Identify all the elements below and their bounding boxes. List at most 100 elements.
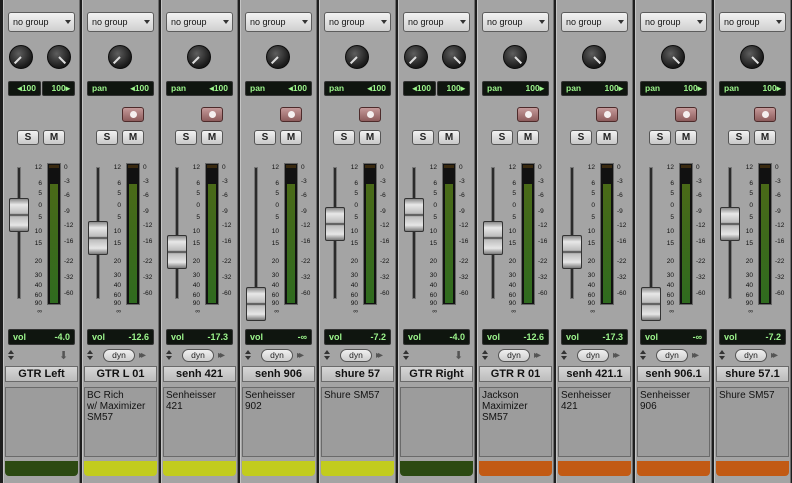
track-comments[interactable]: Senheisser 421 — [558, 387, 631, 457]
mute-button[interactable]: M — [122, 130, 144, 145]
automation-arrows[interactable] — [8, 350, 16, 362]
mute-button[interactable]: M — [359, 130, 381, 145]
track-comments[interactable]: Senheisser 902 — [242, 387, 315, 457]
pan-display[interactable]: pan 100▸ — [719, 81, 786, 96]
volume-fader[interactable] — [167, 234, 187, 269]
solo-button[interactable]: S — [649, 130, 671, 145]
pan-display-right[interactable]: 100▸ — [437, 81, 470, 96]
pan-knob[interactable] — [661, 45, 685, 69]
output-arrow-icon[interactable]: ⬇ — [454, 350, 463, 362]
dyn-button[interactable]: dyn — [182, 349, 214, 362]
pan-knob-right[interactable] — [47, 45, 71, 69]
solo-button[interactable]: S — [96, 130, 118, 145]
track-comments[interactable]: Senheisser 421 — [163, 387, 236, 457]
fast-forward-icon[interactable]: ▸▸ — [218, 350, 225, 362]
track-name[interactable]: senh 906 — [242, 366, 315, 382]
group-selector[interactable]: no group — [403, 12, 470, 32]
pan-display[interactable]: pan ◂100 — [87, 81, 154, 96]
solo-button[interactable]: S — [175, 130, 197, 145]
pan-knob[interactable] — [582, 45, 606, 69]
track-name[interactable]: GTR Right — [400, 366, 473, 382]
track-comments[interactable] — [400, 387, 473, 457]
automation-arrows[interactable] — [561, 350, 569, 362]
record-arm-button[interactable] — [675, 107, 697, 122]
volume-fader[interactable] — [483, 221, 503, 256]
automation-arrows[interactable] — [719, 350, 727, 362]
output-arrow-icon[interactable]: ⬇ — [59, 350, 68, 362]
automation-arrows[interactable] — [482, 350, 490, 362]
solo-button[interactable]: S — [412, 130, 434, 145]
solo-button[interactable]: S — [254, 130, 276, 145]
volume-display[interactable]: vol -7.2 — [324, 329, 391, 345]
fast-forward-icon[interactable]: ▸▸ — [692, 350, 699, 362]
automation-arrows[interactable] — [166, 350, 174, 362]
record-arm-button[interactable] — [754, 107, 776, 122]
pan-display[interactable]: pan 100▸ — [482, 81, 549, 96]
track-comments[interactable]: Jackson Maximizer SM57 — [479, 387, 552, 457]
automation-arrows[interactable] — [87, 350, 95, 362]
solo-button[interactable]: S — [728, 130, 750, 145]
track-name[interactable]: senh 906.1 — [637, 366, 710, 382]
dyn-button[interactable]: dyn — [577, 349, 609, 362]
track-name[interactable]: shure 57.1 — [716, 366, 789, 382]
pan-display[interactable]: pan 100▸ — [640, 81, 707, 96]
automation-arrows[interactable] — [324, 350, 332, 362]
track-comments[interactable] — [5, 387, 78, 457]
mute-button[interactable]: M — [754, 130, 776, 145]
mute-button[interactable]: M — [438, 130, 460, 145]
fast-forward-icon[interactable]: ▸▸ — [139, 350, 146, 362]
pan-knob-right[interactable] — [442, 45, 466, 69]
volume-display[interactable]: vol -7.2 — [719, 329, 786, 345]
track-name[interactable]: senh 421.1 — [558, 366, 631, 382]
solo-button[interactable]: S — [333, 130, 355, 145]
mute-button[interactable]: M — [43, 130, 65, 145]
fast-forward-icon[interactable]: ▸▸ — [297, 350, 304, 362]
volume-display[interactable]: vol -17.3 — [561, 329, 628, 345]
dyn-button[interactable]: dyn — [735, 349, 767, 362]
record-arm-button[interactable] — [596, 107, 618, 122]
track-comments[interactable]: BC Rich w/ Maximizer SM57 — [84, 387, 157, 457]
pan-knob[interactable] — [108, 45, 132, 69]
track-name[interactable]: GTR L 01 — [84, 366, 157, 382]
volume-display[interactable]: vol -17.3 — [166, 329, 233, 345]
volume-display[interactable]: vol -12.6 — [482, 329, 549, 345]
group-selector[interactable]: no group — [166, 12, 233, 32]
dyn-button[interactable]: dyn — [656, 349, 688, 362]
mute-button[interactable]: M — [596, 130, 618, 145]
dyn-button[interactable]: dyn — [261, 349, 293, 362]
pan-knob[interactable] — [345, 45, 369, 69]
track-name[interactable]: shure 57 — [321, 366, 394, 382]
mute-button[interactable]: M — [201, 130, 223, 145]
automation-arrows[interactable] — [640, 350, 648, 362]
pan-knob[interactable] — [266, 45, 290, 69]
automation-arrows[interactable] — [245, 350, 253, 362]
group-selector[interactable]: no group — [8, 12, 75, 32]
volume-fader[interactable] — [246, 287, 266, 321]
group-selector[interactable]: no group — [640, 12, 707, 32]
track-name[interactable]: senh 421 — [163, 366, 236, 382]
volume-fader[interactable] — [562, 234, 582, 269]
volume-fader[interactable] — [720, 206, 740, 241]
pan-display-left[interactable]: ◂100 — [8, 81, 41, 96]
group-selector[interactable]: no group — [561, 12, 628, 32]
solo-button[interactable]: S — [570, 130, 592, 145]
volume-fader[interactable] — [88, 221, 108, 256]
mute-button[interactable]: M — [280, 130, 302, 145]
pan-display[interactable]: pan ◂100 — [245, 81, 312, 96]
group-selector[interactable]: no group — [245, 12, 312, 32]
pan-display[interactable]: pan ◂100 — [166, 81, 233, 96]
volume-fader[interactable] — [641, 287, 661, 321]
record-arm-button[interactable] — [201, 107, 223, 122]
mute-button[interactable]: M — [517, 130, 539, 145]
volume-display[interactable]: vol -∞ — [640, 329, 707, 345]
solo-button[interactable]: S — [491, 130, 513, 145]
record-arm-button[interactable] — [359, 107, 381, 122]
pan-knob[interactable] — [187, 45, 211, 69]
pan-display[interactable]: pan 100▸ — [561, 81, 628, 96]
volume-display[interactable]: vol -4.0 — [8, 329, 75, 345]
volume-fader[interactable] — [9, 197, 29, 232]
pan-knob-left[interactable] — [9, 45, 33, 69]
automation-arrows[interactable] — [403, 350, 411, 362]
pan-knob[interactable] — [740, 45, 764, 69]
track-comments[interactable]: Shure SM57 — [321, 387, 394, 457]
